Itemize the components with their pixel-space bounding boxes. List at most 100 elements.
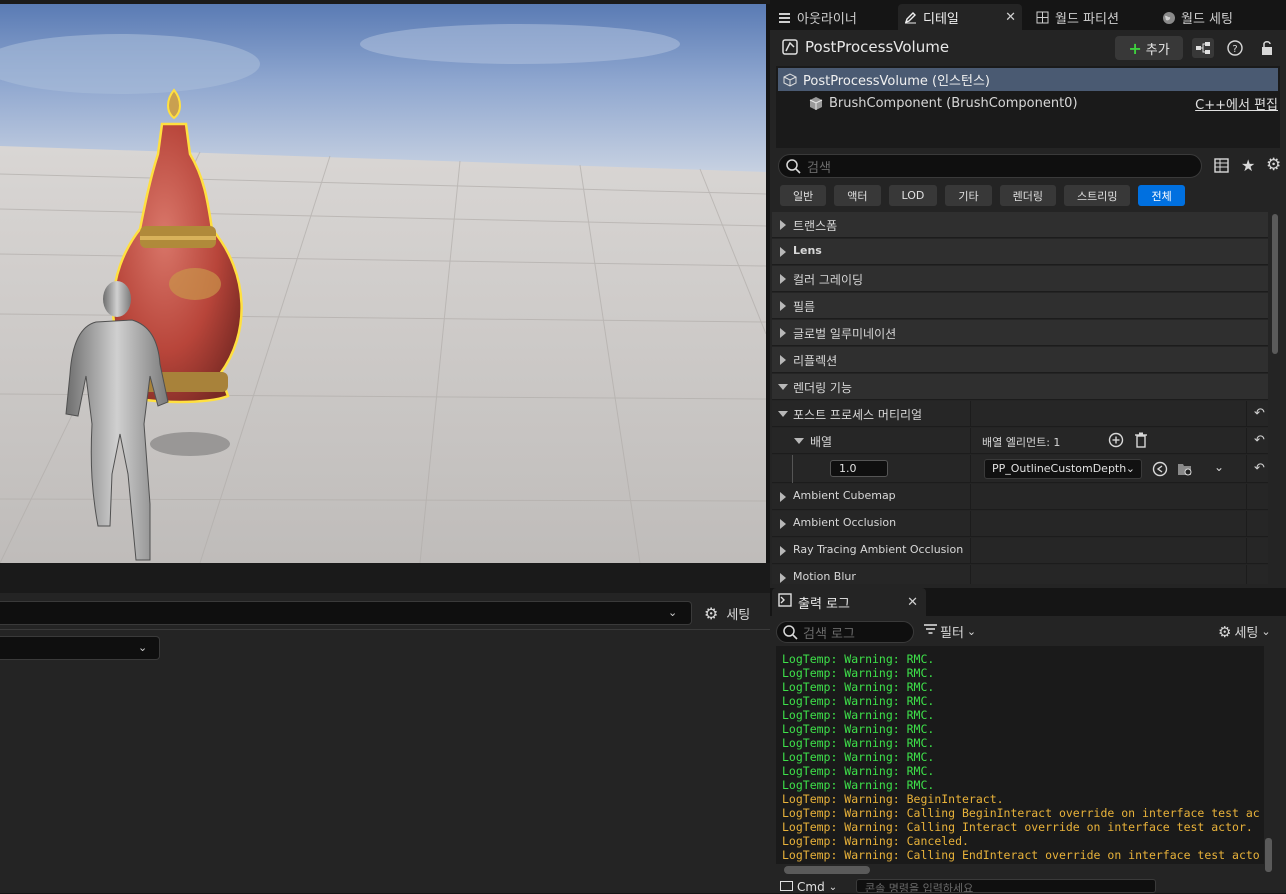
search-icon [783, 625, 798, 644]
log-filter-button[interactable]: 필터 ⌄ [924, 622, 976, 641]
component-label: PostProcessVolume (인스턴스) [803, 74, 990, 89]
left-settings-button[interactable]: ⚙ 세팅 [704, 601, 750, 625]
collapse-arrow-icon [778, 411, 788, 417]
filter-all[interactable]: 전체 [1138, 185, 1185, 206]
gear-icon: ⚙ [1218, 622, 1232, 641]
category-reflection[interactable]: 리플렉션 [772, 347, 1268, 373]
tab-label: 월드 세팅 [1181, 11, 1233, 27]
category-global-illumination[interactable]: 글로벌 일루미네이션 [772, 320, 1268, 346]
filter-general[interactable]: 일반 [780, 185, 827, 206]
svg-text:?: ? [1232, 44, 1237, 55]
log-line: LogTemp: Warning: RMC. [782, 736, 935, 750]
output-log-tabbar: 출력 로그 ✕ [770, 588, 1286, 616]
weight-input[interactable]: 1.0 [830, 460, 888, 477]
plus-icon: + [1128, 38, 1142, 58]
details-tabbar: 아웃라이너 디테일 ✕ 월드 파티션 월드 세팅 [770, 0, 1286, 30]
lock-icon[interactable] [1256, 38, 1278, 58]
add-component-button[interactable]: + 추가 [1115, 36, 1183, 60]
table-view-icon[interactable] [1214, 158, 1229, 177]
log-vertical-scrollbar[interactable] [1265, 838, 1272, 872]
pencil-icon [904, 11, 917, 24]
log-horizontal-scrollbar[interactable] [784, 866, 870, 874]
reset-arrow-icon[interactable]: ↶ [1254, 461, 1265, 476]
category-ambient-occlusion[interactable]: Ambient Occlusion [772, 511, 1268, 537]
expand-arrow-icon [780, 328, 786, 338]
details-search-input[interactable]: 검색 [778, 154, 1202, 178]
component-tree: PostProcessVolume (인스턴스) BrushComponent … [776, 66, 1280, 148]
expand-arrow-icon [780, 519, 786, 529]
close-icon[interactable]: ✕ [1005, 10, 1016, 25]
category-rendering-features[interactable]: 렌더링 기능 [772, 374, 1268, 400]
filter-misc[interactable]: 기타 [945, 185, 992, 206]
add-element-icon[interactable] [1108, 432, 1124, 451]
log-search-input[interactable]: 검색 로그 [776, 621, 914, 643]
reset-arrow-icon[interactable]: ↶ [1254, 433, 1265, 448]
chevron-down-icon[interactable]: ⌄ [1214, 460, 1224, 474]
details-title: PostProcessVolume [805, 38, 950, 56]
chevron-down-icon: ⌄ [1261, 625, 1271, 638]
search-placeholder: 검색 로그 [803, 626, 855, 642]
collapse-arrow-icon [778, 384, 788, 390]
cmd-dropdown[interactable]: Cmd ⌄ [780, 880, 837, 894]
property-post-process-materials[interactable]: 포스트 프로세스 머티리얼 ↶ [772, 401, 1268, 427]
tab-label: 출력 로그 [798, 596, 850, 612]
expand-arrow-icon [780, 355, 786, 365]
category-lens[interactable]: Lens [772, 239, 1268, 265]
edit-in-cpp-link[interactable]: C++에서 편집 [1195, 94, 1278, 113]
expand-arrow-icon [780, 492, 786, 502]
category-transform[interactable]: 트랜스폼 [772, 212, 1268, 238]
category-rt-ambient-occlusion[interactable]: Ray Tracing Ambient Occlusion [772, 538, 1268, 564]
blueprint-icon [1196, 42, 1210, 54]
settings-label: 세팅 [1234, 626, 1259, 641]
tab-output-log[interactable]: 출력 로그 ✕ [772, 588, 926, 616]
details-panel: 아웃라이너 디테일 ✕ 월드 파티션 월드 세팅 PostProcessVolu… [770, 0, 1286, 894]
tab-label: 디테일 [923, 11, 959, 27]
console-placeholder: 콘솔 명령을 입력하세요 [865, 882, 974, 893]
log-line: LogTemp: Warning: RMC. [782, 652, 935, 666]
left-dropdown-secondary[interactable]: ⌄ [0, 636, 160, 660]
browse-icon[interactable] [1177, 461, 1193, 480]
tab-label: 아웃라이너 [797, 11, 857, 27]
help-icon[interactable]: ? [1224, 38, 1246, 58]
reset-arrow-icon[interactable]: ↶ [1254, 406, 1265, 421]
category-film[interactable]: 필름 [772, 293, 1268, 319]
details-scrollbar[interactable] [1272, 214, 1278, 354]
search-icon [786, 159, 801, 178]
filter-lod[interactable]: LOD [888, 185, 938, 206]
material-asset-dropdown[interactable]: PP_OutlineCustomDepth ⌄ [984, 459, 1142, 479]
left-dropdown-main[interactable]: ⌄ [0, 601, 692, 625]
filter-streaming[interactable]: 스트리밍 [1064, 185, 1131, 206]
blueprint-button[interactable] [1192, 38, 1214, 58]
component-row-brush[interactable]: BrushComponent (BrushComponent0) C++에서 편… [778, 92, 1278, 115]
component-row-root[interactable]: PostProcessVolume (인스턴스) [778, 68, 1278, 91]
log-line: LogTemp: Warning: Calling BeginInteract … [782, 806, 1260, 820]
cube-icon [808, 96, 824, 115]
category-color-grading[interactable]: 컬러 그레이딩 [772, 266, 1268, 292]
tab-world-partition[interactable]: 월드 파티션 [1030, 4, 1125, 30]
use-selected-icon[interactable] [1152, 461, 1168, 480]
expand-arrow-icon [780, 247, 786, 257]
collapse-arrow-icon [794, 438, 804, 444]
tab-details[interactable]: 디테일 ✕ [898, 4, 1022, 30]
close-icon[interactable]: ✕ [907, 595, 918, 610]
tab-world-settings[interactable]: 월드 세팅 [1156, 4, 1239, 30]
search-placeholder: 검색 [807, 160, 831, 176]
property-array[interactable]: 배열 배열 엘리먼트: 1 ↶ [772, 428, 1268, 454]
terminal-icon [778, 593, 792, 611]
star-icon[interactable]: ★ [1241, 156, 1255, 175]
filter-rendering[interactable]: 렌더링 [999, 185, 1056, 206]
category-motion-blur[interactable]: Motion Blur [772, 565, 1268, 584]
log-line: LogTemp: Warning: RMC. [782, 722, 935, 736]
chevron-down-icon: ⌄ [966, 625, 977, 638]
gear-icon[interactable]: ⚙ [1266, 155, 1281, 175]
console-input[interactable]: 콘솔 명령을 입력하세요 [856, 879, 1156, 893]
level-viewport[interactable] [0, 4, 766, 563]
category-ambient-cubemap[interactable]: Ambient Cubemap [772, 484, 1268, 510]
log-settings-button[interactable]: ⚙ 세팅 ⌄ [1218, 622, 1271, 642]
tab-outliner[interactable]: 아웃라이너 [772, 4, 863, 30]
trash-icon[interactable] [1134, 432, 1148, 451]
chevron-down-icon: ⌄ [138, 641, 148, 654]
filter-actor[interactable]: 액터 [834, 185, 881, 206]
log-output: LogTemp: Warning: RMC. LogTemp: Warning: … [776, 646, 1264, 864]
material-asset-value: PP_OutlineCustomDepth [992, 462, 1127, 475]
